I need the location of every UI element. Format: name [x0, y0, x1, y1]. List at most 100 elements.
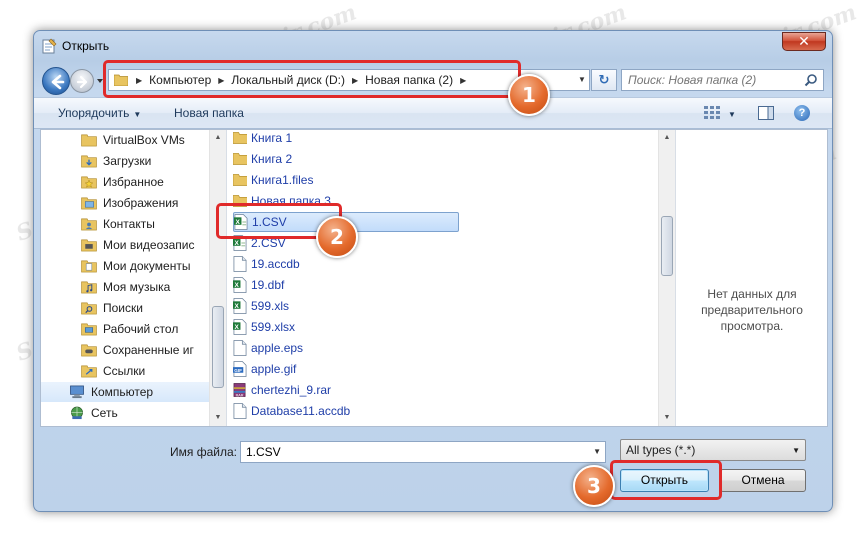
file-name: Database11.accdb: [251, 404, 351, 418]
downloads-icon: [81, 155, 97, 168]
refresh-icon: ↻: [598, 72, 610, 87]
file-list-item[interactable]: 19.accdb: [233, 254, 300, 274]
file-list-item[interactable]: Database11.accdb: [233, 401, 350, 421]
sidebar-item[interactable]: Контакты: [81, 214, 155, 234]
forward-button[interactable]: [70, 69, 94, 93]
chevron-down-icon: ▼: [133, 110, 142, 119]
sidebar-item[interactable]: Изображения: [81, 193, 178, 213]
address-dropdown-icon[interactable]: ▼: [578, 75, 586, 84]
sidebar-item[interactable]: Сеть: [69, 403, 118, 423]
sidebar-item-label: Контакты: [103, 217, 155, 231]
scrollbar-thumb[interactable]: [661, 216, 673, 276]
documents-icon: [81, 260, 97, 273]
organize-label: Упорядочить: [58, 106, 130, 120]
svg-text:RAR: RAR: [236, 394, 244, 398]
excel-file-icon: X: [233, 319, 247, 335]
file-list-item[interactable]: Книга 1: [233, 130, 292, 148]
filename-label: Имя файла:: [170, 445, 237, 459]
navigation-pane: VirtualBox VMs Загрузки Избранное Изображен…: [41, 130, 209, 426]
sidebar-item[interactable]: Ссылки: [81, 361, 145, 381]
file-list-item[interactable]: X 599.xlsx: [233, 317, 295, 337]
file-type-value: All types (*.*): [626, 443, 696, 457]
folder-icon: [233, 153, 247, 165]
videos-icon: [81, 239, 97, 252]
sidebar-item[interactable]: Компьютер: [41, 382, 209, 402]
navigation-scrollbar[interactable]: ▲ ▼: [209, 130, 226, 426]
folder-icon: [233, 174, 247, 186]
cancel-button[interactable]: Отмена: [720, 469, 806, 492]
sidebar-item-label: Рабочий стол: [103, 322, 179, 336]
pictures-icon: [81, 197, 97, 210]
scroll-up-icon[interactable]: ▲: [659, 130, 675, 146]
file-name: apple.eps: [251, 341, 304, 355]
folder-icon: [81, 134, 97, 147]
file-list-scrollbar[interactable]: ▲ ▼: [658, 130, 675, 426]
sidebar-item[interactable]: Моя музыка: [81, 277, 170, 297]
preview-message: Нет данных для предварительного просмотр…: [701, 287, 803, 333]
sidebar-item-label: VirtualBox VMs: [103, 133, 185, 147]
sidebar-item[interactable]: VirtualBox VMs: [81, 130, 185, 150]
desktop-icon: [81, 323, 97, 336]
scrollbar-thumb[interactable]: [212, 306, 224, 388]
close-button[interactable]: ✕: [782, 32, 826, 51]
filename-history-chevron-icon[interactable]: ▼: [593, 447, 601, 456]
sidebar-item[interactable]: Поиски: [81, 298, 143, 318]
sidebar-item[interactable]: Мои документы: [81, 256, 190, 276]
organize-button[interactable]: Упорядочить ▼: [58, 106, 141, 120]
sidebar-item[interactable]: Рабочий стол: [81, 319, 178, 339]
notepad-icon: [42, 38, 57, 54]
sidebar-item-label: Мои документы: [103, 259, 191, 273]
view-options-chevron-icon[interactable]: ▼: [728, 110, 736, 119]
file-list-item[interactable]: X 599.xls: [233, 296, 289, 316]
music-icon: [81, 281, 97, 294]
generic-file-icon: [233, 340, 247, 356]
search-icon[interactable]: [804, 73, 818, 87]
refresh-button[interactable]: ↻: [591, 69, 617, 91]
rar-archive-icon: RAR: [233, 383, 246, 398]
file-list-item[interactable]: RAR chertezhi_9.rar: [233, 380, 331, 400]
help-icon[interactable]: ?: [794, 105, 810, 121]
svg-text:X: X: [235, 324, 240, 331]
file-name: 599.xls: [251, 299, 290, 313]
file-name: 599.xlsx: [251, 320, 296, 334]
sidebar-item-label: Загрузки: [103, 154, 152, 168]
step-1-badge: 1: [508, 74, 550, 116]
scroll-up-icon[interactable]: ▲: [210, 130, 226, 146]
open-button-highlight: [610, 460, 722, 500]
file-name: Книга1.files: [251, 173, 314, 187]
chevron-down-icon: ▼: [792, 446, 800, 455]
step-3-badge: 3: [573, 465, 615, 507]
sidebar-item[interactable]: Мои видеозапис: [81, 235, 195, 255]
search-input[interactable]: [622, 70, 797, 90]
file-list-item[interactable]: GIF apple.gif: [233, 359, 296, 379]
title-bar[interactable]: Открыть ✕: [34, 31, 832, 61]
sidebar-item-label: Моя музыка: [103, 280, 171, 294]
sidebar-item-label: Избранное: [103, 175, 164, 189]
back-button[interactable]: [42, 67, 70, 95]
svg-text:GIF: GIF: [234, 368, 242, 373]
window-title: Открыть: [62, 39, 110, 53]
sidebar-item[interactable]: Сохраненные иг: [81, 340, 194, 360]
step-2-badge: 2: [316, 216, 358, 258]
file-list-item[interactable]: X 19.dbf: [233, 275, 284, 295]
file-type-select[interactable]: All types (*.*) ▼: [620, 439, 806, 461]
preview-pane-icon[interactable]: [758, 106, 774, 120]
change-view-icon[interactable]: [704, 106, 720, 120]
file-list-item[interactable]: Книга 2: [233, 149, 292, 169]
sidebar-item[interactable]: Загрузки: [81, 151, 151, 171]
sidebar-item[interactable]: Избранное: [81, 172, 164, 192]
file-list-item[interactable]: apple.eps: [233, 338, 303, 358]
sidebar-item-label: Изображения: [103, 196, 179, 210]
sidebar-item-label: Ссылки: [103, 364, 146, 378]
filename-input[interactable]: [241, 442, 585, 462]
sidebar-item-label: Сохраненные иг: [103, 343, 194, 357]
svg-text:X: X: [235, 303, 240, 310]
file-list-item[interactable]: Книга1.files: [233, 170, 313, 190]
scroll-down-icon[interactable]: ▼: [210, 410, 226, 426]
new-folder-button[interactable]: Новая папка: [174, 106, 244, 120]
file-name: Книга 1: [251, 131, 293, 145]
generic-file-icon: [233, 403, 247, 419]
scroll-down-icon[interactable]: ▼: [659, 410, 675, 426]
folder-icon: [233, 132, 247, 144]
toolbar: Упорядочить ▼ Новая папка ▼ ?: [34, 97, 832, 129]
